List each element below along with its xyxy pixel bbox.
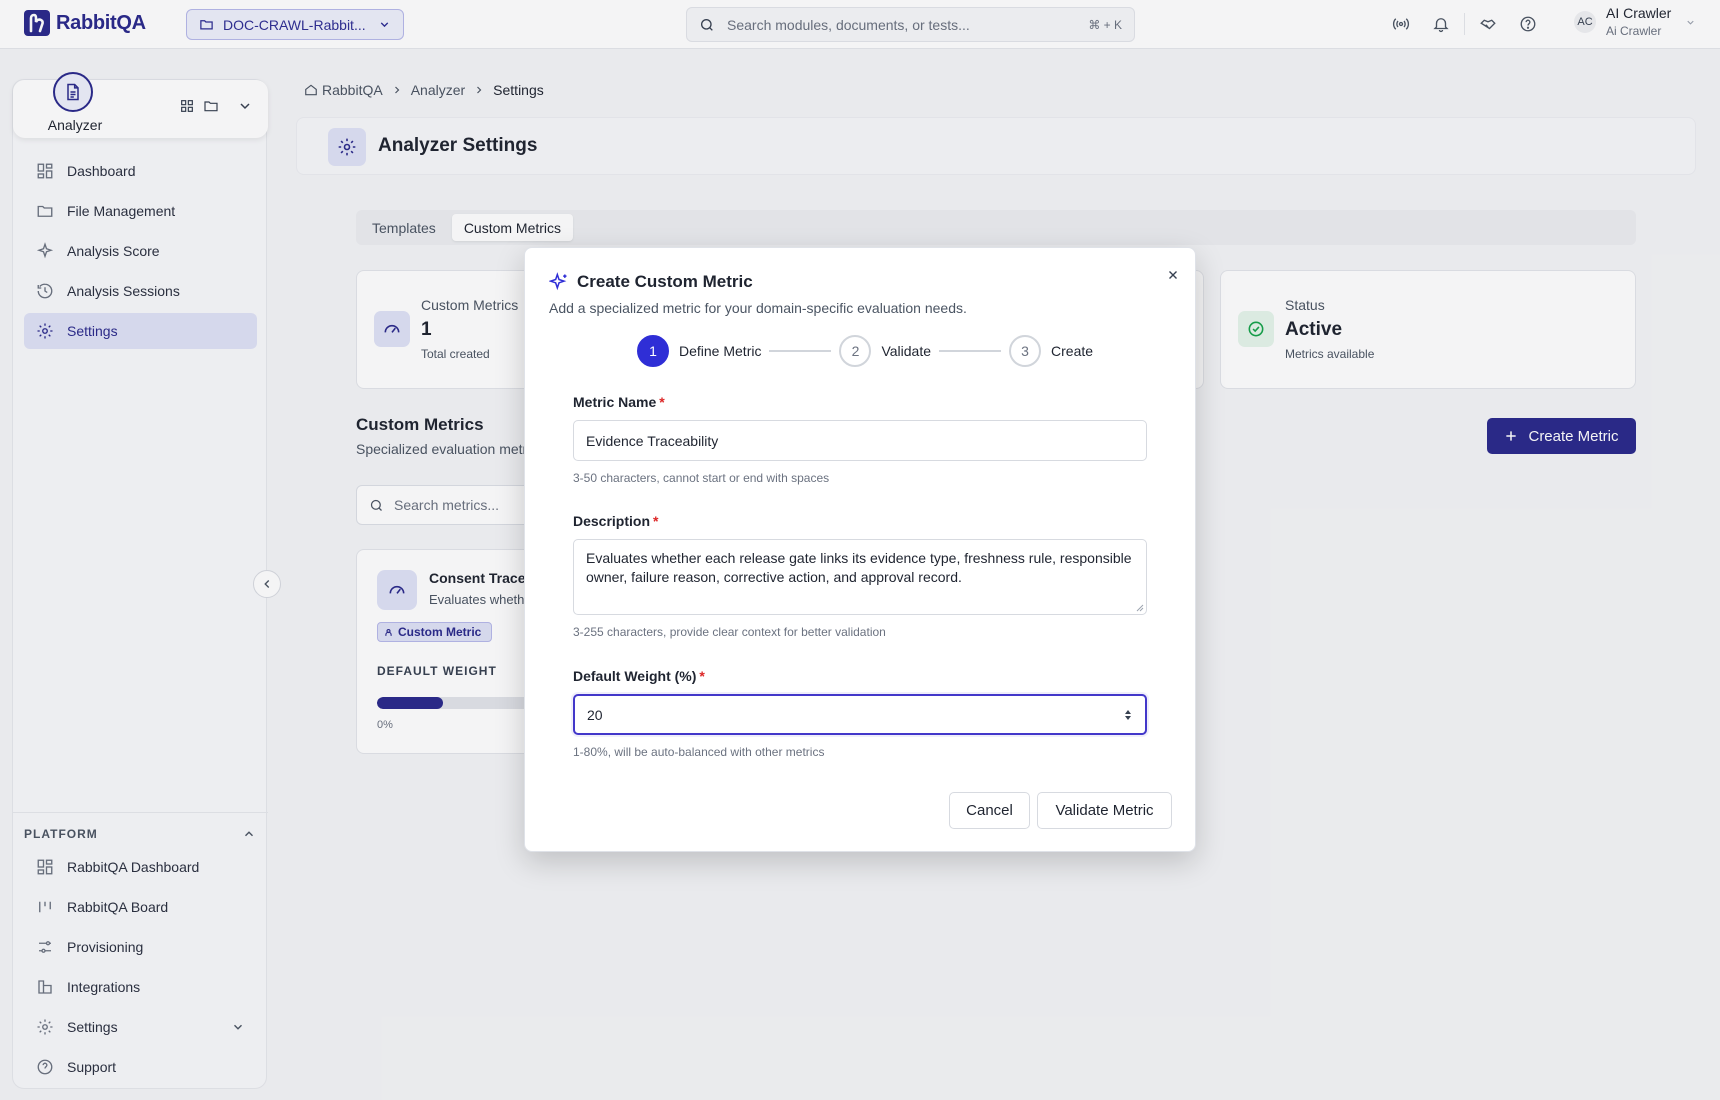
description-hint: 3-255 characters, provide clear context … — [573, 625, 886, 639]
step-connector — [939, 350, 1002, 352]
step-define-metric: 1 Define Metric — [637, 335, 761, 367]
weight-value: 20 — [587, 706, 603, 723]
step-connector — [769, 350, 832, 352]
description-label: Description * — [573, 513, 658, 529]
dialog-title: Create Custom Metric — [577, 272, 753, 291]
dialog-subtitle: Add a specialized metric for your domain… — [549, 300, 967, 316]
step-create: 3 Create — [1009, 335, 1093, 367]
weight-label: Default Weight (%) * — [573, 668, 705, 684]
dialog-title-row: Create Custom Metric — [549, 272, 753, 292]
step-label: Create — [1051, 343, 1094, 359]
resize-handle-icon[interactable] — [1136, 604, 1144, 612]
close-icon[interactable] — [1163, 265, 1183, 285]
metric-name-input[interactable]: Evidence Traceability — [573, 420, 1147, 461]
number-stepper-icon[interactable] — [1123, 708, 1133, 722]
stepper: 1 Define Metric 2 Validate 3 Create — [637, 335, 1093, 367]
step-number: 3 — [1009, 335, 1042, 367]
create-metric-dialog: Create Custom Metric Add a specialized m… — [524, 247, 1196, 852]
cancel-button[interactable]: Cancel — [949, 792, 1030, 829]
weight-hint: 1-80%, will be auto-balanced with other … — [573, 745, 825, 759]
weight-input[interactable]: 20 — [573, 694, 1147, 735]
metric-name-label-text: Metric Name — [573, 394, 657, 410]
description-textarea[interactable]: Evaluates whether each release gate link… — [573, 539, 1147, 615]
step-label: Validate — [881, 343, 932, 359]
step-number: 1 — [637, 335, 669, 367]
step-label: Define Metric — [679, 343, 762, 359]
metric-name-hint: 3-50 characters, cannot start or end wit… — [573, 471, 830, 485]
required-mark: * — [699, 668, 705, 684]
required-mark: * — [659, 394, 665, 410]
step-validate: 2 Validate — [839, 335, 931, 367]
metric-name-value: Evidence Traceability — [586, 432, 719, 449]
description-value: Evaluates whether each release gate link… — [586, 550, 1132, 585]
sparkles-icon — [549, 272, 569, 292]
description-label-text: Description — [573, 513, 651, 529]
weight-label-text: Default Weight (%) — [573, 668, 697, 684]
required-mark: * — [653, 513, 659, 529]
validate-metric-button[interactable]: Validate Metric — [1037, 792, 1172, 829]
metric-name-label: Metric Name * — [573, 394, 665, 410]
step-number: 2 — [839, 335, 872, 367]
